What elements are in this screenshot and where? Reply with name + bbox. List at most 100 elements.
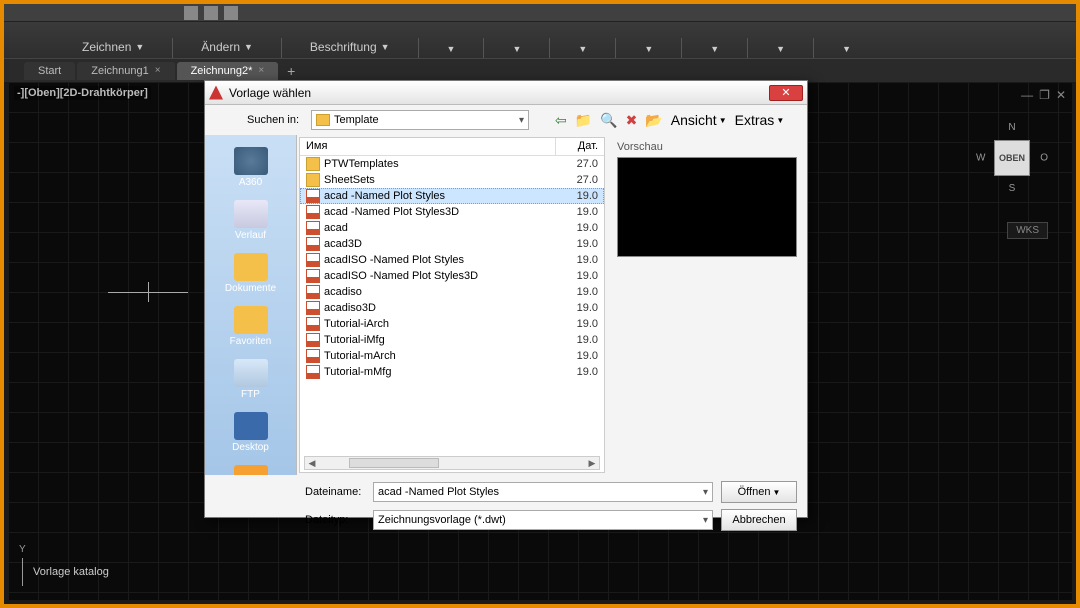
dwt-file-icon	[306, 349, 320, 363]
file-name: acad	[324, 222, 558, 234]
file-name: SheetSets	[324, 174, 558, 186]
file-name: acadISO -Named Plot Styles	[324, 254, 558, 266]
ribbon-tab-more[interactable]: ▼	[748, 40, 813, 58]
file-row[interactable]: Tutorial-iMfg19.0	[300, 332, 604, 348]
qat-icon[interactable]	[224, 6, 238, 20]
ribbon-tab-more[interactable]: ▼	[550, 40, 615, 58]
wcs-indicator[interactable]: WKS	[1007, 222, 1048, 239]
column-name[interactable]: Имя	[300, 138, 556, 155]
qat-icon[interactable]	[204, 6, 218, 20]
file-date: 19.0	[558, 302, 598, 314]
filetype-dropdown[interactable]: Zeichnungsvorlage (*.dwt)	[373, 510, 713, 530]
file-name: acadISO -Named Plot Styles3D	[324, 270, 558, 282]
restore-icon[interactable]: ❐	[1039, 88, 1050, 102]
file-date: 19.0	[558, 334, 598, 346]
up-icon[interactable]: 📁	[575, 112, 592, 129]
sidebar-item-favorites[interactable]: Favoriten	[205, 300, 296, 353]
folder-icon	[306, 173, 320, 187]
file-row[interactable]: Tutorial-mMfg19.0	[300, 364, 604, 380]
file-date: 27.0	[558, 174, 598, 186]
file-name: Tutorial-iMfg	[324, 334, 558, 346]
file-row[interactable]: acadISO -Named Plot Styles3D19.0	[300, 268, 604, 284]
view-cube-top[interactable]: OBEN	[994, 140, 1030, 176]
ribbon-tab-more[interactable]: ▼	[814, 40, 879, 58]
cancel-button[interactable]: Abbrechen	[721, 509, 797, 531]
file-row[interactable]: PTWTemplates27.0	[300, 156, 604, 172]
search-in-label: Suchen in:	[215, 114, 305, 126]
dwt-file-icon	[306, 301, 320, 315]
filetype-label: Dateityp:	[305, 514, 365, 526]
preview-pane: Vorschau	[607, 135, 807, 475]
sidebar-item-a360[interactable]: A360	[205, 141, 296, 194]
ribbon-tab-draw[interactable]: Zeichnen▼	[54, 36, 172, 58]
file-row[interactable]: acadISO -Named Plot Styles19.0	[300, 252, 604, 268]
preview-image	[617, 157, 797, 257]
dialog-close-button[interactable]: ✕	[769, 85, 803, 101]
file-date: 19.0	[558, 270, 598, 282]
places-sidebar: A360 Verlauf Dokumente Favoriten FTP Des…	[205, 135, 297, 475]
file-date: 19.0	[558, 350, 598, 362]
dialog-titlebar[interactable]: Vorlage wählen ✕	[205, 81, 807, 105]
file-name: acad -Named Plot Styles3D	[324, 206, 558, 218]
sidebar-item-ftp[interactable]: FTP	[205, 353, 296, 406]
file-date: 19.0	[558, 206, 598, 218]
tab-start[interactable]: Start	[24, 62, 75, 80]
dwt-file-icon	[306, 269, 320, 283]
file-row[interactable]: acadiso19.0	[300, 284, 604, 300]
view-dropdown[interactable]: Ansicht ▼	[671, 112, 727, 128]
file-row[interactable]: acad -Named Plot Styles3D19.0	[300, 204, 604, 220]
new-folder-icon[interactable]: 📂	[645, 112, 662, 129]
file-date: 19.0	[558, 238, 598, 250]
ribbon: Zeichnen▼ Ändern▼ Beschriftung▼ ▼ ▼ ▼ ▼ …	[4, 22, 1076, 58]
new-tab-button[interactable]: +	[280, 63, 302, 79]
app-logo-icon	[209, 86, 223, 100]
file-row[interactable]: Tutorial-mArch19.0	[300, 348, 604, 364]
viewport-label[interactable]: -][Oben][2D-Drahtkörper]	[14, 86, 151, 100]
folder-icon	[316, 114, 330, 126]
delete-icon[interactable]: ✖	[626, 112, 638, 129]
sidebar-item-documents[interactable]: Dokumente	[205, 247, 296, 300]
ribbon-tab-more[interactable]: ▼	[682, 40, 747, 58]
location-dropdown[interactable]: Template	[311, 110, 529, 130]
file-row[interactable]: Tutorial-iArch19.0	[300, 316, 604, 332]
minimize-icon[interactable]: —	[1021, 88, 1033, 102]
sidebar-item-buzzsaw[interactable]: Buzzsaw	[205, 459, 296, 475]
search-icon[interactable]: 🔍	[600, 112, 617, 129]
file-name: Tutorial-iArch	[324, 318, 558, 330]
sidebar-item-history[interactable]: Verlauf	[205, 194, 296, 247]
file-row[interactable]: acad19.0	[300, 220, 604, 236]
file-row[interactable]: SheetSets27.0	[300, 172, 604, 188]
dwt-file-icon	[306, 333, 320, 347]
dwt-file-icon	[306, 285, 320, 299]
column-date[interactable]: Дат.	[556, 138, 604, 155]
qat-icon[interactable]	[184, 6, 198, 20]
ribbon-tab-more[interactable]: ▼	[419, 40, 484, 58]
view-cube[interactable]: N S W O OBEN	[976, 122, 1048, 194]
filename-label: Dateiname:	[305, 486, 365, 498]
horizontal-scrollbar[interactable]: ◀▶	[304, 456, 600, 470]
back-icon[interactable]: ⇦	[555, 112, 567, 129]
dwt-file-icon	[306, 317, 320, 331]
ribbon-tab-more[interactable]: ▼	[484, 40, 549, 58]
ribbon-tab-annotate[interactable]: Beschriftung▼	[282, 36, 418, 58]
file-row[interactable]: acad3D19.0	[300, 236, 604, 252]
file-name: acadiso	[324, 286, 558, 298]
sidebar-item-desktop[interactable]: Desktop	[205, 406, 296, 459]
close-icon[interactable]: ×	[258, 65, 264, 76]
close-icon[interactable]: ×	[155, 65, 161, 76]
extras-dropdown[interactable]: Extras ▼	[735, 112, 785, 128]
filename-input[interactable]: acad -Named Plot Styles	[373, 482, 713, 502]
command-line[interactable]: Vorlage katalog	[22, 558, 109, 586]
file-name: acad3D	[324, 238, 558, 250]
ribbon-tab-modify[interactable]: Ändern▼	[173, 36, 281, 58]
open-button[interactable]: Öffnen▼	[721, 481, 797, 503]
ribbon-tab-more[interactable]: ▼	[616, 40, 681, 58]
file-name: Tutorial-mMfg	[324, 366, 558, 378]
file-row[interactable]: acadiso3D19.0	[300, 300, 604, 316]
file-name: Tutorial-mArch	[324, 350, 558, 362]
template-dialog: Vorlage wählen ✕ Suchen in: Template ⇦ 📁…	[204, 80, 808, 518]
tab-drawing1[interactable]: Zeichnung1×	[77, 62, 174, 80]
tab-drawing2[interactable]: Zeichnung2*×	[177, 62, 279, 80]
file-row[interactable]: acad -Named Plot Styles19.0	[300, 188, 604, 204]
close-icon[interactable]: ✕	[1056, 88, 1066, 102]
